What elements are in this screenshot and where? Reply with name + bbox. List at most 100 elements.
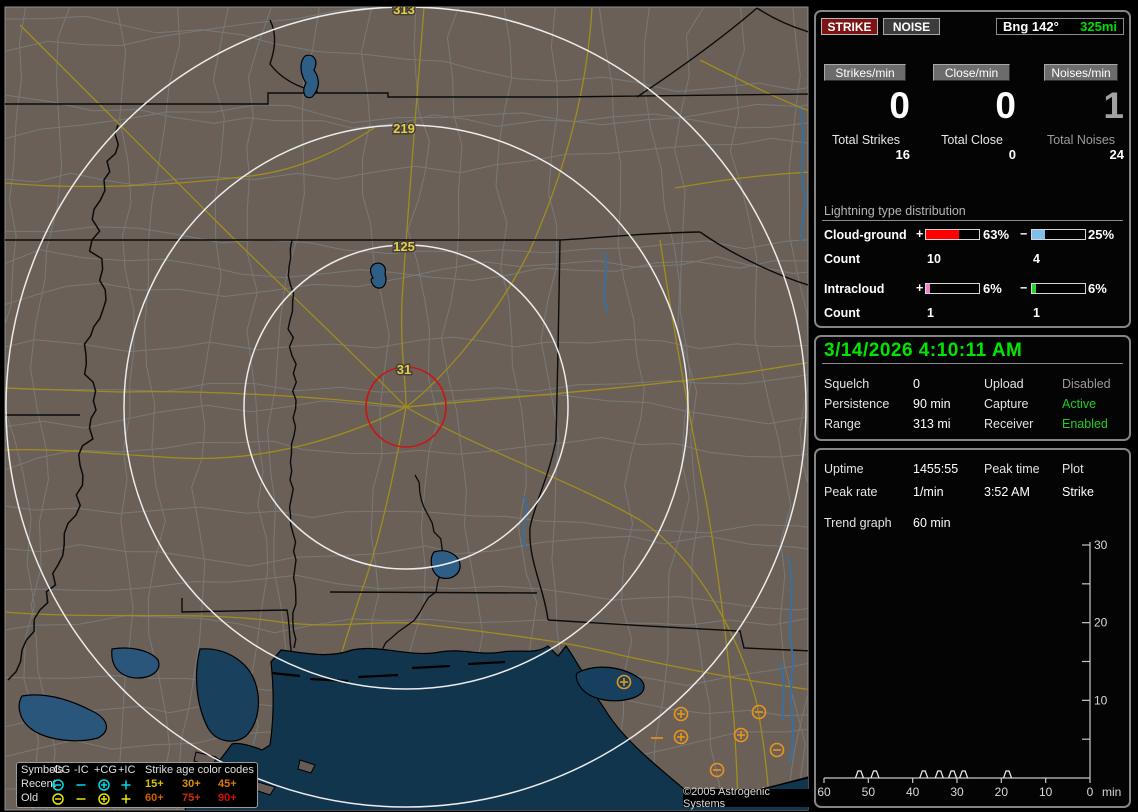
range-label: Range <box>824 417 861 431</box>
legend-age-header: Strike age color codes <box>145 764 254 776</box>
strike-map[interactable]: 313 219 125 31 <box>0 0 812 812</box>
legend-plus-icon <box>121 794 131 804</box>
legend-col-pos-cg: +CG <box>94 764 117 776</box>
app-window: 313 219 125 31 Symbols -CG -IC +CG +IC Stri… <box>0 0 1138 812</box>
ic-minus-pct: 6% <box>1088 281 1107 296</box>
noise-mode-button[interactable]: NOISE <box>883 18 940 35</box>
cg-plus-sign: + <box>916 227 924 241</box>
ring-distance-label: 125 <box>393 239 415 254</box>
legend-minus-circle-icon <box>52 779 64 791</box>
svg-text:30: 30 <box>950 785 964 799</box>
bearing-range-display: Bng 142° 325mi <box>996 18 1124 35</box>
total-noises-value: 24 <box>1109 147 1124 162</box>
uptime-label: Uptime <box>824 462 864 476</box>
trend-graph: 60 50 40 30 20 10 0 min 10 20 30 <box>817 538 1121 799</box>
total-strikes-value: 16 <box>895 147 910 162</box>
age-code-label: 75+ <box>182 792 201 804</box>
age-code-label: 90+ <box>218 792 237 804</box>
ic-count-label: Count <box>824 306 861 320</box>
svg-text:30: 30 <box>1094 538 1108 552</box>
peak-time-header: Peak time <box>984 462 1040 476</box>
ring-distance-label: 31 <box>397 362 411 377</box>
cg-minus-bar <box>1031 229 1086 240</box>
total-close-label: Total Close <box>941 133 1003 147</box>
close-per-min-button[interactable]: Close/min <box>933 64 1010 81</box>
strikes-per-min-button[interactable]: Strikes/min <box>824 64 906 81</box>
copyright-label: ©2005 Astrogenic Systems <box>683 786 809 810</box>
strike-stats-panel: STRIKE NOISE Bng 142° 325mi Strikes/min … <box>814 10 1131 328</box>
close-counter-col: Close/min 0 Total Close 0 <box>928 64 1016 162</box>
legend-minus-circle-icon <box>52 793 64 805</box>
legend-row-label: Old <box>21 792 39 804</box>
persistence-value: 90 min <box>913 397 951 411</box>
total-noises-label: Total Noises <box>1046 133 1116 147</box>
ic-plus-bar <box>925 283 980 294</box>
svg-text:50: 50 <box>862 785 876 799</box>
capture-status: Active <box>1062 397 1097 411</box>
legend-col-pos-ic: +IC <box>118 764 136 776</box>
age-code-label: 45+ <box>218 778 237 790</box>
cg-minus-sign: − <box>1020 227 1028 241</box>
ic-minus-bar <box>1031 283 1086 294</box>
svg-text:min: min <box>1102 785 1121 799</box>
trend-panel: Uptime 1455:55 Peak time Plot Peak rate … <box>814 448 1131 808</box>
intracloud-label: Intracloud <box>824 282 885 296</box>
strikes-counter-col: Strikes/min 0 Total Strikes 16 <box>822 64 910 162</box>
legend-minus-icon <box>76 798 86 800</box>
total-close-value: 0 <box>1008 147 1016 162</box>
age-code-label: 30+ <box>182 778 201 790</box>
cg-plus-pct: 63% <box>983 227 1010 242</box>
svg-text:20: 20 <box>1094 616 1108 630</box>
legend-minus-icon <box>76 784 86 786</box>
receiver-label: Receiver <box>984 417 1034 431</box>
status-panel: 3/14/2026 4:10:11 AM Squelch 0 Upload Di… <box>814 335 1131 441</box>
legend-plus-icon <box>121 780 131 790</box>
noises-per-min-value: 1 <box>1103 85 1124 126</box>
range-value: 325mi <box>1080 19 1117 34</box>
squelch-label: Squelch <box>824 377 870 391</box>
plot-value: Strike <box>1062 485 1094 499</box>
distribution-divider <box>822 220 1123 221</box>
legend-plus-circle-icon <box>98 779 110 791</box>
upload-status: Disabled <box>1062 377 1111 391</box>
cg-minus-pct: 25% <box>1088 227 1115 242</box>
ic-plus-pct: 6% <box>983 281 1002 296</box>
cloud-ground-label: Cloud-ground <box>824 228 907 242</box>
peak-rate-label: Peak rate <box>824 485 878 499</box>
svg-text:0: 0 <box>1087 785 1094 799</box>
ic-minus-sign: − <box>1020 281 1028 295</box>
age-code-label: 60+ <box>145 792 164 804</box>
upload-label: Upload <box>984 377 1024 391</box>
datetime-divider <box>822 363 1123 364</box>
legend-col-neg-cg: -CG <box>50 764 71 776</box>
legend-col-neg-ic: -IC <box>74 764 89 776</box>
bearing-label: Bng 142° <box>1003 19 1059 34</box>
noises-counter-col: Noises/min 1 Total Noises 24 <box>1038 64 1124 162</box>
persistence-label: Persistence <box>824 397 890 411</box>
map-legend: Symbols -CG -IC +CG +IC Strike age color… <box>16 762 258 808</box>
svg-text:40: 40 <box>906 785 920 799</box>
cg-minus-count: 4 <box>1033 252 1040 266</box>
close-per-min-value: 0 <box>995 85 1016 126</box>
ic-plus-count: 1 <box>927 306 934 320</box>
range-value-row: 313 mi <box>913 417 951 431</box>
total-strikes-label: Total Strikes <box>831 133 901 147</box>
uptime-value: 1455:55 <box>913 462 959 476</box>
trend-spikes <box>854 770 1013 779</box>
ic-minus-count: 1 <box>1033 306 1040 320</box>
svg-text:20: 20 <box>995 785 1009 799</box>
cg-plus-count: 10 <box>927 252 941 266</box>
cg-plus-bar <box>925 229 980 240</box>
svg-text:10: 10 <box>1094 693 1108 707</box>
legend-plus-circle-icon <box>98 793 110 805</box>
strikes-per-min-value: 0 <box>889 85 910 126</box>
strike-mode-button[interactable]: STRIKE <box>821 18 878 35</box>
peak-rate-value: 1/min <box>913 485 944 499</box>
svg-text:60: 60 <box>817 785 831 799</box>
peak-time-value: 3:52 AM <box>984 485 1030 499</box>
cg-count-label: Count <box>824 252 861 266</box>
ring-distance-label: 219 <box>393 121 415 136</box>
receiver-status: Enabled <box>1062 417 1108 431</box>
noises-per-min-button[interactable]: Noises/min <box>1044 64 1118 81</box>
svg-text:10: 10 <box>1039 785 1053 799</box>
